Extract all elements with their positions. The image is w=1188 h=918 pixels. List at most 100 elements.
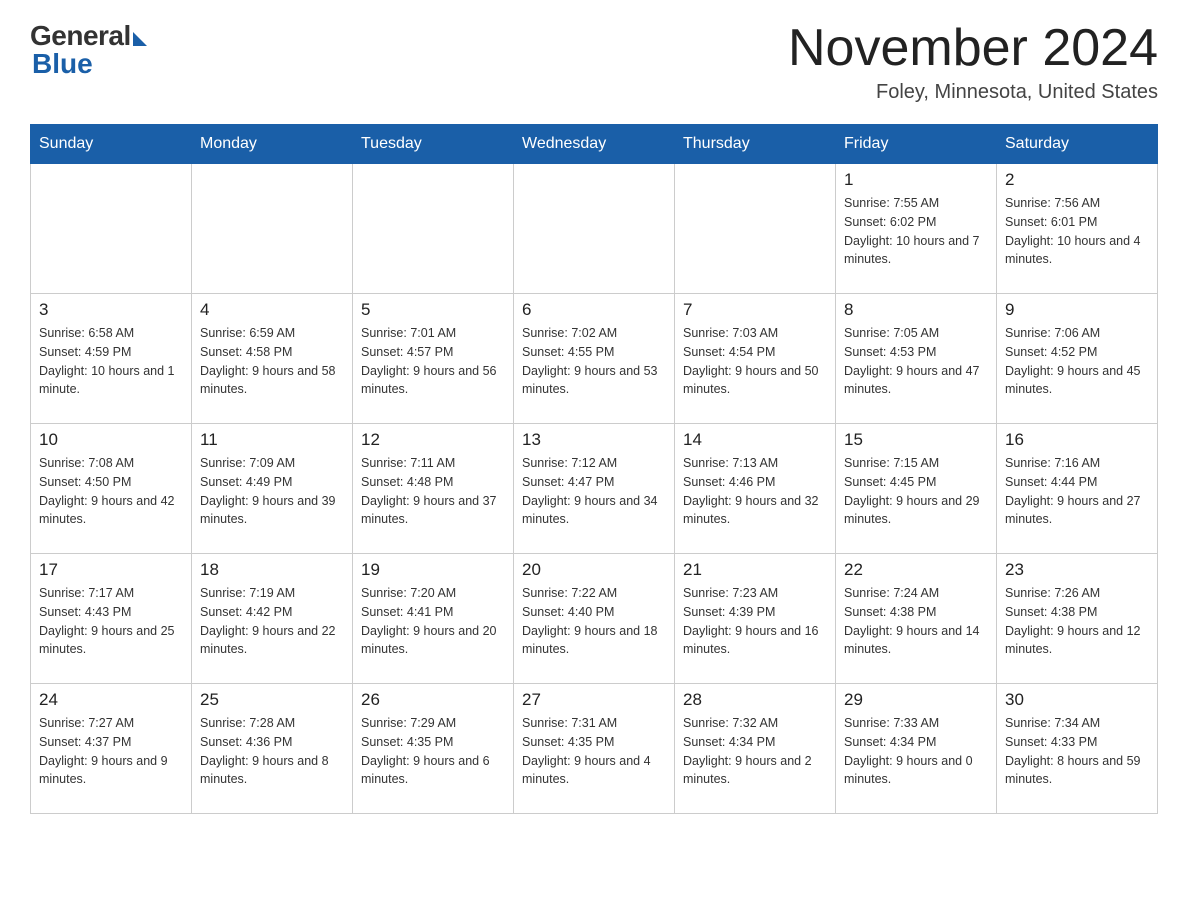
day-number: 4 <box>200 300 344 320</box>
calendar-week-row: 3Sunrise: 6:58 AMSunset: 4:59 PMDaylight… <box>31 294 1158 424</box>
calendar-day-cell: 30 Sunrise: 7:34 AMSunset: 4:33 PMDayligh… <box>997 684 1158 814</box>
calendar-day-cell: 29 Sunrise: 7:33 AMSunset: 4:34 PMDayligh… <box>836 684 997 814</box>
day-info: Sunrise: 7:06 AMSunset: 4:52 PMDaylight:… <box>1005 324 1149 399</box>
calendar-day-cell: 19 Sunrise: 7:20 AMSunset: 4:41 PMDayligh… <box>353 554 514 684</box>
day-number: 2 <box>1005 170 1149 190</box>
calendar-day-cell: 7 Sunrise: 7:03 AMSunset: 4:54 PMDaylight… <box>675 294 836 424</box>
month-title: November 2024 <box>788 20 1158 77</box>
day-number: 8 <box>844 300 988 320</box>
calendar-day-cell: 14 Sunrise: 7:13 AMSunset: 4:46 PMDayligh… <box>675 424 836 554</box>
calendar-header-row: SundayMondayTuesdayWednesdayThursdayFrid… <box>31 125 1158 164</box>
day-info: Sunrise: 7:56 AMSunset: 6:01 PMDaylight:… <box>1005 194 1149 269</box>
day-number: 14 <box>683 430 827 450</box>
calendar-day-cell: 8 Sunrise: 7:05 AMSunset: 4:53 PMDaylight… <box>836 294 997 424</box>
calendar-day-cell: 2 Sunrise: 7:56 AMSunset: 6:01 PMDaylight… <box>997 164 1158 294</box>
calendar-day-cell: 12Sunrise: 7:11 AMSunset: 4:48 PMDayligh… <box>353 424 514 554</box>
calendar-day-cell: 22 Sunrise: 7:24 AMSunset: 4:38 PMDayligh… <box>836 554 997 684</box>
day-of-week-header: Monday <box>192 125 353 164</box>
day-info: Sunrise: 7:17 AMSunset: 4:43 PMDaylight:… <box>39 584 183 659</box>
day-info: Sunrise: 7:13 AMSunset: 4:46 PMDaylight:… <box>683 454 827 529</box>
day-number: 12 <box>361 430 505 450</box>
calendar-day-cell: 1Sunrise: 7:55 AMSunset: 6:02 PMDaylight… <box>836 164 997 294</box>
day-number: 24 <box>39 690 183 710</box>
calendar-day-cell: 5 Sunrise: 7:01 AMSunset: 4:57 PMDaylight… <box>353 294 514 424</box>
day-number: 27 <box>522 690 666 710</box>
day-info: Sunrise: 7:28 AMSunset: 4:36 PMDaylight:… <box>200 714 344 789</box>
title-section: November 2024 Foley, Minnesota, United S… <box>788 20 1158 104</box>
calendar-day-cell: 11 Sunrise: 7:09 AMSunset: 4:49 PMDayligh… <box>192 424 353 554</box>
calendar-day-cell: 4 Sunrise: 6:59 AMSunset: 4:58 PMDaylight… <box>192 294 353 424</box>
day-number: 17 <box>39 560 183 580</box>
calendar-day-cell: 6 Sunrise: 7:02 AMSunset: 4:55 PMDaylight… <box>514 294 675 424</box>
calendar-day-cell: 24 Sunrise: 7:27 AMSunset: 4:37 PMDayligh… <box>31 684 192 814</box>
day-info: Sunrise: 7:09 AMSunset: 4:49 PMDaylight:… <box>200 454 344 529</box>
calendar-day-cell <box>192 164 353 294</box>
day-info: Sunrise: 7:55 AMSunset: 6:02 PMDaylight:… <box>844 194 988 269</box>
day-number: 13 <box>522 430 666 450</box>
day-number: 28 <box>683 690 827 710</box>
day-info: Sunrise: 7:15 AMSunset: 4:45 PMDaylight:… <box>844 454 988 529</box>
day-info: Sunrise: 7:19 AMSunset: 4:42 PMDaylight:… <box>200 584 344 659</box>
day-number: 19 <box>361 560 505 580</box>
day-info: Sunrise: 7:33 AMSunset: 4:34 PMDaylight:… <box>844 714 988 789</box>
day-number: 25 <box>200 690 344 710</box>
day-of-week-header: Thursday <box>675 125 836 164</box>
day-number: 22 <box>844 560 988 580</box>
calendar-day-cell: 10Sunrise: 7:08 AMSunset: 4:50 PMDayligh… <box>31 424 192 554</box>
day-of-week-header: Saturday <box>997 125 1158 164</box>
day-number: 21 <box>683 560 827 580</box>
calendar-day-cell: 25 Sunrise: 7:28 AMSunset: 4:36 PMDayligh… <box>192 684 353 814</box>
day-of-week-header: Sunday <box>31 125 192 164</box>
location-text: Foley, Minnesota, United States <box>788 81 1158 104</box>
day-number: 15 <box>844 430 988 450</box>
day-of-week-header: Wednesday <box>514 125 675 164</box>
day-info: Sunrise: 7:34 AMSunset: 4:33 PMDaylight:… <box>1005 714 1149 789</box>
calendar-week-row: 1Sunrise: 7:55 AMSunset: 6:02 PMDaylight… <box>31 164 1158 294</box>
calendar-day-cell: 13Sunrise: 7:12 AMSunset: 4:47 PMDayligh… <box>514 424 675 554</box>
day-number: 18 <box>200 560 344 580</box>
calendar-day-cell <box>514 164 675 294</box>
day-info: Sunrise: 6:58 AMSunset: 4:59 PMDaylight:… <box>39 324 183 399</box>
calendar-day-cell <box>675 164 836 294</box>
calendar-table: SundayMondayTuesdayWednesdayThursdayFrid… <box>30 124 1158 814</box>
day-number: 5 <box>361 300 505 320</box>
calendar-day-cell <box>31 164 192 294</box>
calendar-day-cell: 17 Sunrise: 7:17 AMSunset: 4:43 PMDayligh… <box>31 554 192 684</box>
calendar-day-cell: 28 Sunrise: 7:32 AMSunset: 4:34 PMDayligh… <box>675 684 836 814</box>
day-info: Sunrise: 7:03 AMSunset: 4:54 PMDaylight:… <box>683 324 827 399</box>
logo-arrow-icon <box>133 32 147 46</box>
day-number: 9 <box>1005 300 1149 320</box>
day-info: Sunrise: 7:32 AMSunset: 4:34 PMDaylight:… <box>683 714 827 789</box>
page-header: General Blue November 2024 Foley, Minnes… <box>30 20 1158 104</box>
calendar-day-cell: 23Sunrise: 7:26 AMSunset: 4:38 PMDayligh… <box>997 554 1158 684</box>
logo-blue-text: Blue <box>32 48 93 80</box>
day-number: 7 <box>683 300 827 320</box>
day-info: Sunrise: 7:02 AMSunset: 4:55 PMDaylight:… <box>522 324 666 399</box>
day-of-week-header: Friday <box>836 125 997 164</box>
calendar-day-cell: 18 Sunrise: 7:19 AMSunset: 4:42 PMDayligh… <box>192 554 353 684</box>
calendar-day-cell: 9 Sunrise: 7:06 AMSunset: 4:52 PMDaylight… <box>997 294 1158 424</box>
day-number: 29 <box>844 690 988 710</box>
day-info: Sunrise: 7:16 AMSunset: 4:44 PMDaylight:… <box>1005 454 1149 529</box>
calendar-day-cell: 15 Sunrise: 7:15 AMSunset: 4:45 PMDayligh… <box>836 424 997 554</box>
logo: General Blue <box>30 20 147 80</box>
day-info: Sunrise: 7:29 AMSunset: 4:35 PMDaylight:… <box>361 714 505 789</box>
day-info: Sunrise: 7:01 AMSunset: 4:57 PMDaylight:… <box>361 324 505 399</box>
day-number: 30 <box>1005 690 1149 710</box>
day-number: 11 <box>200 430 344 450</box>
day-of-week-header: Tuesday <box>353 125 514 164</box>
calendar-day-cell: 20Sunrise: 7:22 AMSunset: 4:40 PMDayligh… <box>514 554 675 684</box>
day-info: Sunrise: 6:59 AMSunset: 4:58 PMDaylight:… <box>200 324 344 399</box>
calendar-day-cell: 16Sunrise: 7:16 AMSunset: 4:44 PMDayligh… <box>997 424 1158 554</box>
day-info: Sunrise: 7:24 AMSunset: 4:38 PMDaylight:… <box>844 584 988 659</box>
day-info: Sunrise: 7:20 AMSunset: 4:41 PMDaylight:… <box>361 584 505 659</box>
day-info: Sunrise: 7:05 AMSunset: 4:53 PMDaylight:… <box>844 324 988 399</box>
day-number: 26 <box>361 690 505 710</box>
calendar-week-row: 17 Sunrise: 7:17 AMSunset: 4:43 PMDayligh… <box>31 554 1158 684</box>
day-info: Sunrise: 7:23 AMSunset: 4:39 PMDaylight:… <box>683 584 827 659</box>
day-info: Sunrise: 7:27 AMSunset: 4:37 PMDaylight:… <box>39 714 183 789</box>
calendar-week-row: 10Sunrise: 7:08 AMSunset: 4:50 PMDayligh… <box>31 424 1158 554</box>
day-number: 6 <box>522 300 666 320</box>
day-number: 10 <box>39 430 183 450</box>
calendar-week-row: 24 Sunrise: 7:27 AMSunset: 4:37 PMDayligh… <box>31 684 1158 814</box>
